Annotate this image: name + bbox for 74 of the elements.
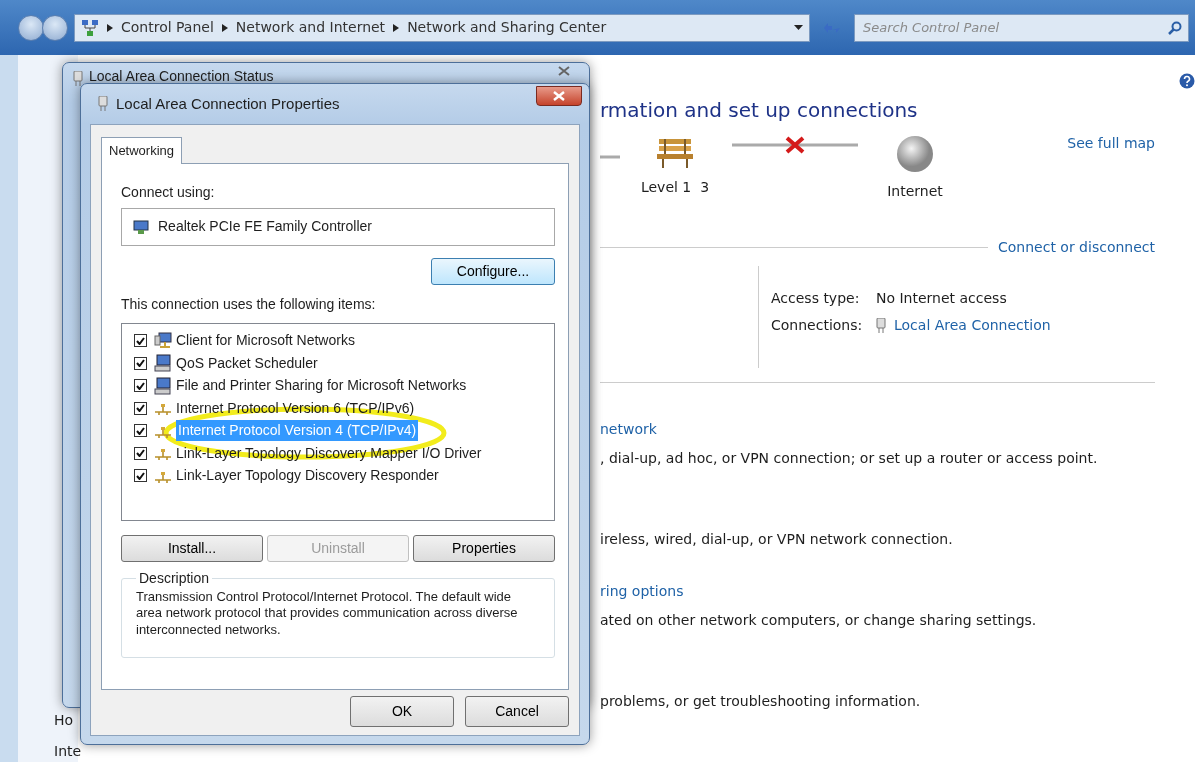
dropdown-icon — [794, 25, 803, 30]
action-button[interactable]: Install... — [121, 534, 263, 562]
node-label: Internet — [887, 182, 943, 201]
chevron-icon — [107, 23, 113, 32]
check-icon — [136, 404, 145, 413]
connector-icon — [98, 96, 108, 112]
field-label: This connection uses the following items: — [121, 294, 377, 314]
window-title: Local Area Connection Status — [89, 66, 274, 86]
close-button[interactable] — [536, 86, 582, 106]
close-icon — [558, 66, 570, 76]
group-label: Description — [138, 568, 211, 588]
breadcrumb[interactable]: Network and Internet — [235, 17, 386, 38]
page-heading: rmation and set up connections — [600, 97, 919, 124]
check-icon — [136, 471, 145, 480]
check-icon — [136, 336, 145, 345]
checkbox[interactable] — [134, 379, 147, 393]
task-description: ireless, wired, dial-up, or VPN network connection. — [600, 530, 953, 549]
task-description: ated on other network computers, or change sharing settings. — [600, 611, 1037, 630]
dialog-title: Local Area Connection Properties — [116, 93, 340, 114]
back-button[interactable] — [18, 14, 44, 41]
task-description: , dial-up, ad hoc, or VPN connection; or set up a router or access point. — [600, 449, 1098, 468]
sidebar-link[interactable]: Ho — [54, 710, 78, 731]
monitor-icon — [154, 376, 172, 395]
search-field[interactable]: Search Control Panel — [861, 16, 1168, 39]
check-icon — [136, 426, 145, 435]
connection-line — [600, 155, 620, 159]
monitor-icon — [154, 354, 172, 373]
action-button[interactable]: Properties — [413, 534, 555, 562]
description-text: Transmission Control Protocol/Internet Protocol. The default wide area network protocol that provides communication across diverse interconnected networks. — [136, 588, 519, 640]
field-label: Connect using: — [121, 182, 216, 202]
help-icon — [1179, 73, 1195, 89]
globe-icon — [896, 135, 934, 173]
breadcrumb[interactable]: Control Panel — [121, 17, 214, 38]
checkbox[interactable] — [134, 446, 147, 460]
checkbox[interactable] — [134, 469, 147, 483]
list-item[interactable]: Link-Layer Topology Discovery Responder — [176, 465, 439, 487]
checkbox[interactable] — [134, 334, 147, 348]
network-card-icon — [132, 218, 150, 235]
forward-button[interactable] — [42, 14, 68, 41]
network-icon — [81, 18, 99, 37]
chevron-icon — [221, 23, 228, 32]
address-bar[interactable]: Control Panel Network and Internet Network and Sharing Center — [74, 13, 810, 42]
check-icon — [136, 381, 145, 390]
adapter-field: Realtek PCIe FE Family Controller — [121, 207, 555, 246]
checkbox[interactable] — [134, 356, 147, 370]
checkbox[interactable] — [134, 424, 147, 438]
search-icon — [1168, 20, 1182, 35]
chevron-icon — [393, 23, 400, 32]
see-full-map-link[interactable]: See full map — [1067, 133, 1155, 154]
search-box[interactable]: Search Control Panel — [854, 13, 1189, 42]
check-icon — [136, 449, 145, 458]
configure-button[interactable]: Configure... — [431, 257, 555, 285]
computers-icon — [154, 331, 172, 350]
list-item[interactable]: Client for Microsoft Networks — [176, 330, 355, 352]
detail-label: Access type: — [771, 289, 861, 308]
task-link[interactable]: ring options — [600, 581, 684, 602]
task-description: problems, or get troubleshooting information. — [600, 692, 921, 711]
task-link[interactable]: network — [600, 419, 657, 440]
checkbox[interactable] — [134, 401, 147, 415]
connect-or-disconnect-link[interactable]: Connect or disconnect — [998, 237, 1155, 258]
detail-label: Connections: — [771, 316, 864, 335]
connector-icon — [876, 317, 886, 334]
dialog-button[interactable]: Cancel — [465, 696, 569, 727]
connection-link[interactable]: Local Area Connection — [894, 315, 1051, 336]
list-item[interactable]: QoS Packet Scheduler — [176, 352, 318, 374]
list-item[interactable]: File and Printer Sharing for Microsoft Networks — [176, 375, 467, 397]
check-icon — [136, 359, 145, 368]
dialog-button[interactable]: OK — [350, 696, 454, 727]
detail-value: No Internet access — [876, 289, 1007, 308]
breadcrumb[interactable]: Network and Sharing Center — [407, 17, 607, 38]
node-label: Level 1 3 — [640, 178, 710, 197]
tab[interactable]: Networking — [101, 137, 183, 164]
connector-icon — [73, 71, 83, 87]
close-icon — [553, 91, 565, 101]
